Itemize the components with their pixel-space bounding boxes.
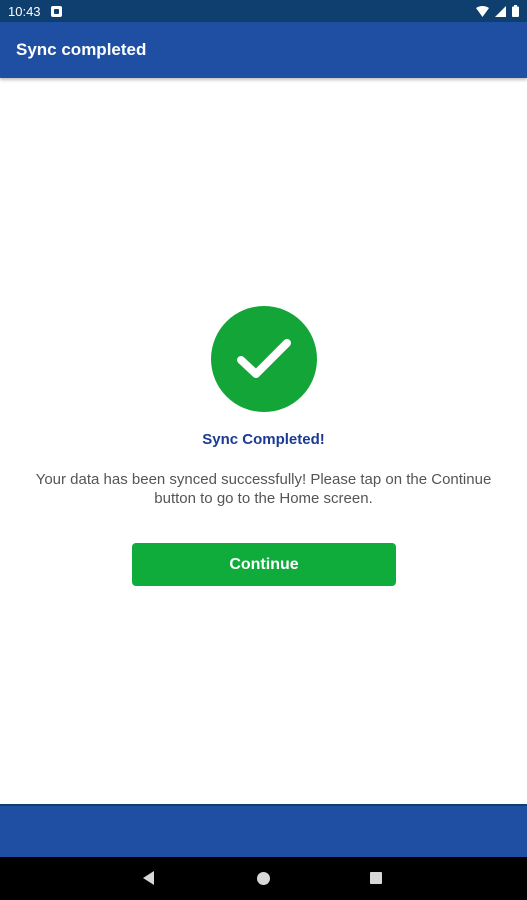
back-icon[interactable] — [143, 871, 154, 885]
recents-icon[interactable] — [370, 872, 382, 884]
status-icons — [476, 5, 519, 17]
sync-result-content: Sync Completed! Your data has been synce… — [0, 78, 527, 804]
page-title: Sync completed — [16, 40, 147, 59]
battery-icon — [512, 5, 519, 17]
success-badge — [211, 306, 317, 412]
success-headline: Sync Completed! — [202, 431, 325, 448]
status-bar: 10:43 — [0, 0, 527, 22]
status-time: 10:43 — [8, 3, 41, 19]
success-message: Your data has been synced successfully! … — [35, 471, 492, 507]
signal-icon — [495, 5, 506, 17]
system-nav-bar — [0, 857, 527, 900]
checkmark-icon — [237, 339, 291, 378]
wifi-icon — [476, 5, 489, 17]
continue-button[interactable]: Continue — [132, 543, 396, 586]
bottom-bar — [0, 804, 527, 857]
home-icon[interactable] — [257, 872, 270, 885]
notification-icon — [50, 5, 62, 17]
app-bar: Sync completed — [0, 22, 527, 78]
